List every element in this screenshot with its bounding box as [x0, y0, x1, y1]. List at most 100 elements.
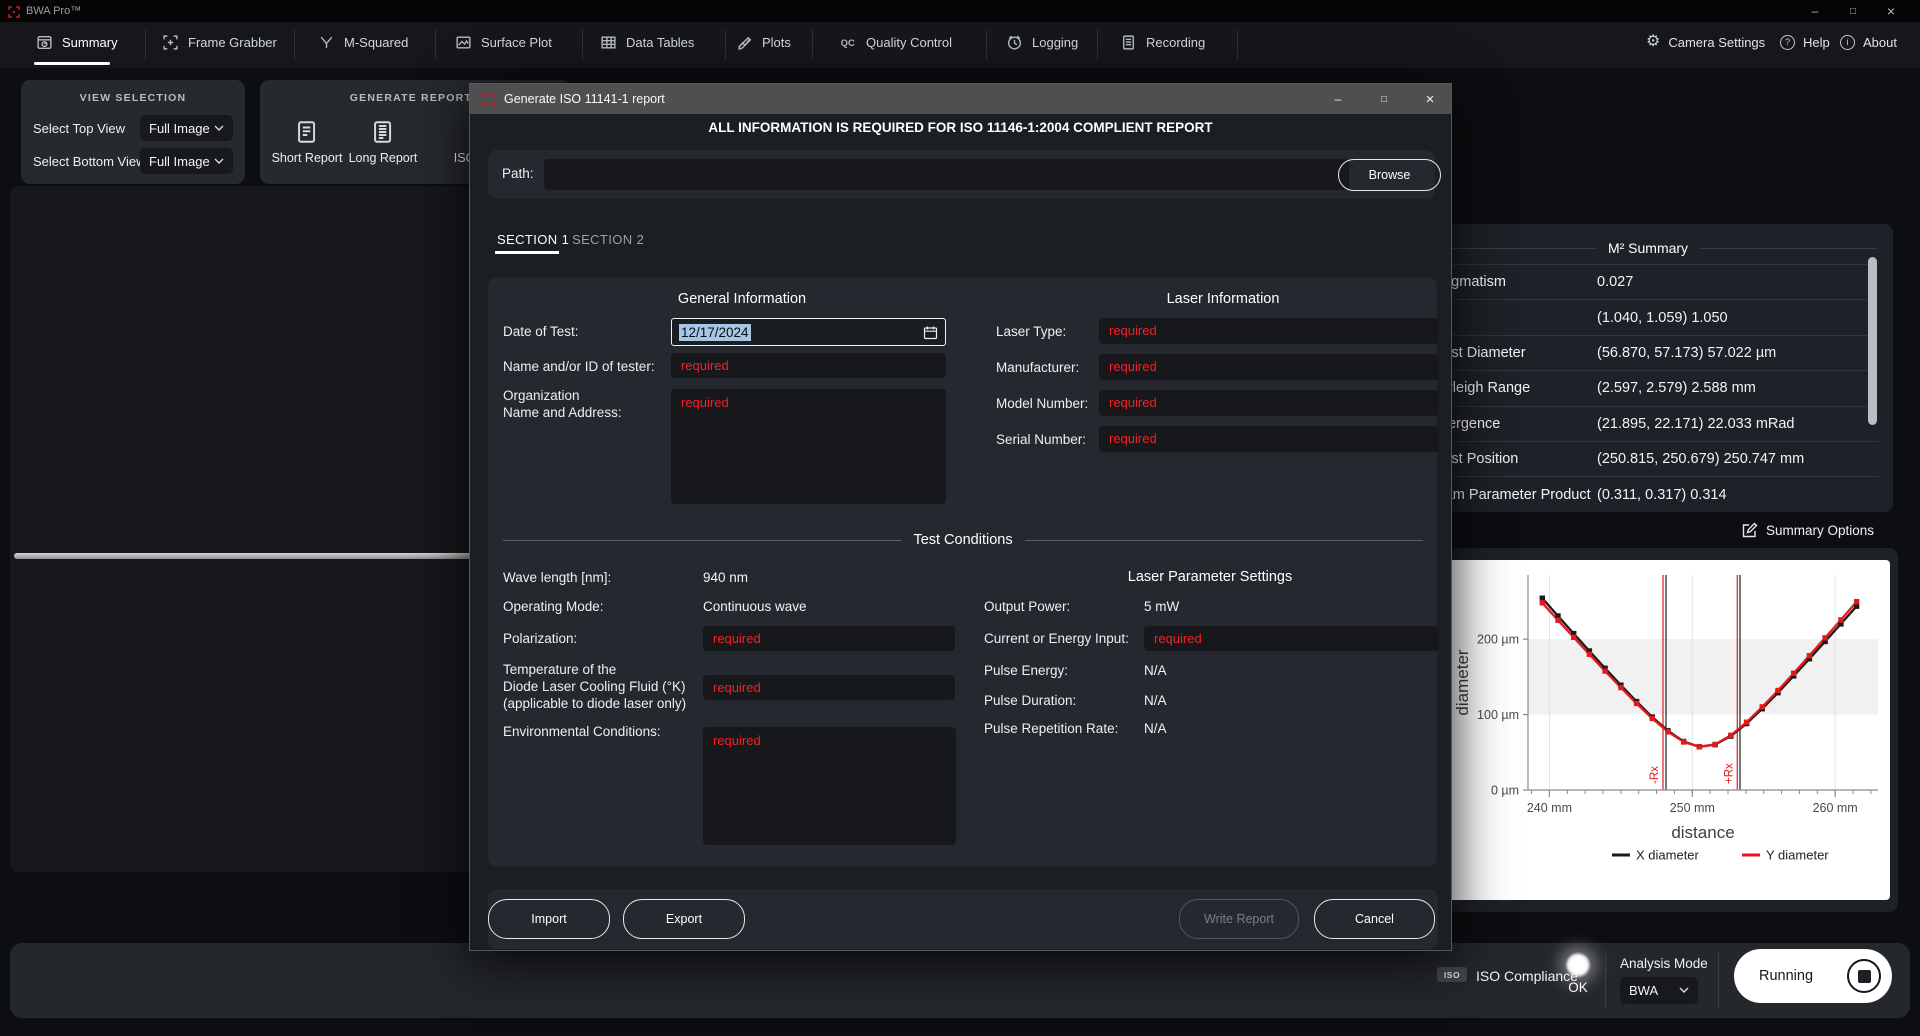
dialog-close-button[interactable]: × [1408, 84, 1452, 114]
nav-tab-label: Recording [1146, 35, 1205, 50]
maximize-button[interactable]: □ [1834, 0, 1872, 22]
laser-information-title: Laser Information [1167, 291, 1280, 307]
iso-status-indicator [1565, 952, 1591, 978]
temperature-label-line3: (applicable to diode laser only) [503, 695, 686, 713]
run-stop-button[interactable]: Running [1734, 949, 1892, 1003]
date-of-test-value: 12/17/2024 [679, 324, 751, 341]
qc-icon: QC [840, 34, 857, 51]
output-power-label: Output Power: [984, 598, 1070, 616]
caustic-chart: -Rx+Rx240 mm250 mm260 mm0 µm100 µm200 µm… [1444, 560, 1890, 900]
nav-tab-plots[interactable]: Plots [736, 22, 791, 62]
date-of-test-input[interactable]: 12/17/2024 [671, 318, 946, 346]
dialog-maximize-button[interactable]: □ [1362, 84, 1406, 114]
dialog-minimize-button[interactable]: – [1316, 84, 1360, 114]
summary-row-label: Divergence [1427, 416, 1597, 432]
tab-section-2[interactable]: SECTION 2 [572, 232, 644, 247]
pulse-duration-value: N/A [1144, 692, 1167, 710]
temperature-input[interactable]: required [703, 675, 955, 700]
date-of-test-label: Date of Test: [503, 323, 579, 341]
summary-row-label: Waist Position [1427, 451, 1597, 467]
frame-grabber-icon [162, 34, 179, 51]
summary-row: M²(1.040, 1.059) 1.050 [1427, 299, 1879, 334]
bottom-view-select[interactable]: Full Image [140, 148, 233, 174]
current-energy-input[interactable]: required [1144, 626, 1439, 651]
close-button[interactable]: × [1872, 0, 1910, 22]
summary-row-label: Astigmatism [1427, 274, 1597, 290]
general-information-title: General Information [678, 291, 806, 307]
nav-tab-summary[interactable]: Summary [36, 22, 118, 62]
svg-text:+Rx: +Rx [1723, 763, 1735, 784]
top-view-select[interactable]: Full Image [140, 115, 233, 141]
manufacturer-input[interactable]: required [1099, 354, 1439, 380]
nav-tab-quality-control[interactable]: QCQuality Control [840, 22, 952, 62]
chevron-down-icon [1679, 987, 1689, 994]
import-button[interactable]: Import [488, 899, 610, 939]
view-selection-title: VIEW SELECTION [21, 80, 245, 104]
path-card: Path: Browse [488, 150, 1435, 199]
test-conditions-divider: Test Conditions [503, 532, 1423, 548]
summary-row: Waist Position(250.815, 250.679) 250.747… [1427, 441, 1879, 476]
nav-divider [435, 30, 436, 60]
dialog-titlebar[interactable]: Generate ISO 11141-1 report [470, 84, 1451, 114]
polarization-input[interactable]: required [703, 626, 955, 651]
nav-tab-label: Plots [762, 35, 791, 50]
m-squared-icon [318, 34, 335, 51]
test-conditions-title: Test Conditions [913, 532, 1012, 548]
m2-summary-title: M² Summary [1608, 240, 1688, 256]
nav-tab-label: Data Tables [626, 35, 694, 50]
nav-tab-m-squared[interactable]: M-Squared [318, 22, 408, 62]
tester-input[interactable]: required [671, 353, 946, 378]
nav-tab-frame-grabber[interactable]: Frame Grabber [162, 22, 277, 62]
status-divider [1718, 953, 1719, 1008]
summary-row-value: (250.815, 250.679) 250.747 mm [1597, 451, 1804, 467]
export-button[interactable]: Export [623, 899, 745, 939]
cancel-button[interactable]: Cancel [1314, 899, 1435, 939]
window-title: BWA Pro™ [26, 5, 81, 17]
path-input[interactable] [544, 159, 1349, 190]
organization-input[interactable]: required [671, 389, 946, 504]
summary-row-label: Rayleigh Range [1427, 380, 1597, 396]
nav-tab-data-tables[interactable]: Data Tables [600, 22, 694, 62]
plots-icon [736, 34, 753, 51]
write-report-button[interactable]: Write Report [1179, 899, 1299, 939]
summary-row-value: (1.040, 1.059) 1.050 [1597, 310, 1728, 326]
nav-tab-label: Surface Plot [481, 35, 552, 50]
bottom-view-value: Full Image [149, 154, 210, 169]
report-item-long-report[interactable]: Long Report [349, 118, 418, 165]
pulse-energy-value: N/A [1144, 662, 1167, 680]
laser-parameter-settings-title: Laser Parameter Settings [1128, 569, 1292, 585]
temperature-label-line1: Temperature of the [503, 661, 616, 679]
pulse-rate-value: N/A [1144, 720, 1167, 738]
nav-divider [1237, 30, 1238, 60]
nav-about-button[interactable]: iAbout [1840, 22, 1897, 62]
operating-mode-label: Operating Mode: [503, 598, 604, 616]
minimize-button[interactable]: – [1796, 0, 1834, 22]
browse-button[interactable]: Browse [1338, 159, 1441, 191]
iso-status-text: OK [1565, 980, 1591, 995]
summary-row-value: (2.597, 2.579) 2.588 mm [1597, 380, 1756, 396]
serial-number-input[interactable]: required [1099, 426, 1439, 452]
tester-label: Name and/or ID of tester: [503, 358, 655, 376]
nav-camera-settings-button[interactable]: ⚙Camera Settings [1646, 22, 1765, 62]
report-item-short-report[interactable]: Short Report [272, 118, 343, 165]
gear-icon: ⚙ [1646, 34, 1660, 50]
laser-type-input[interactable]: required [1099, 318, 1439, 344]
nav-tab-surface-plot[interactable]: Surface Plot [455, 22, 552, 62]
svg-text:Y diameter: Y diameter [1766, 848, 1829, 863]
nav-tab-logging[interactable]: Logging [1006, 22, 1078, 62]
m2-summary-title-wrap: M² Summary [1403, 232, 1893, 264]
tab-section-1[interactable]: SECTION 1 [497, 232, 569, 247]
nav-help-button[interactable]: ?Help [1780, 22, 1830, 62]
summary-options-button[interactable]: Summary Options [1741, 522, 1874, 539]
model-number-input[interactable]: required [1099, 390, 1439, 416]
run-state-label: Running [1759, 968, 1813, 984]
nav-tab-label: Logging [1032, 35, 1078, 50]
environmental-input[interactable]: required [703, 727, 956, 845]
current-energy-label: Current or Energy Input: [984, 630, 1129, 648]
temperature-label-line2: Diode Laser Cooling Fluid (°K) [503, 678, 685, 696]
nav-right-label: About [1863, 35, 1897, 50]
summary-row: Astigmatism0.027 [1427, 264, 1879, 299]
summary-scrollbar[interactable] [1868, 257, 1877, 425]
nav-tab-recording[interactable]: Recording [1120, 22, 1205, 62]
analysis-mode-select[interactable]: BWA [1620, 977, 1698, 1004]
